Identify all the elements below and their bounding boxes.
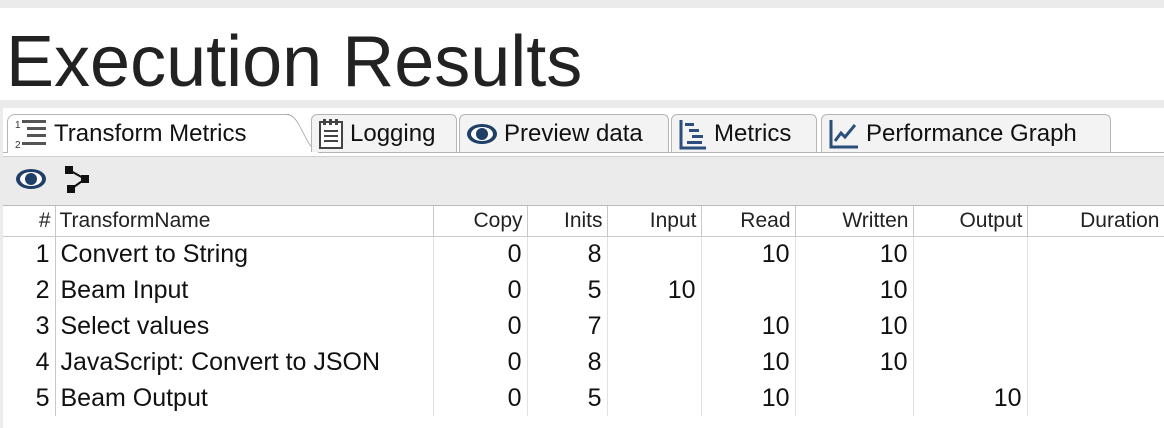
tab-label: Preview data [504,119,643,147]
column-header[interactable]: Read [701,206,796,237]
table-cell: 8 [527,344,608,380]
table-cell: 7 [527,308,608,344]
table-cell: 10 [701,236,796,272]
eye-icon [15,167,47,196]
table-row[interactable]: 5 Beam Output 0 5 10 10 [3,380,1164,416]
tab-label: Performance Graph [866,119,1077,147]
gantt-icon [678,118,708,150]
table-cell [913,344,1028,380]
table-cell [795,380,914,416]
column-header[interactable]: # [3,206,56,237]
column-header[interactable]: Inits [527,206,608,237]
table-cell [607,308,702,344]
pipeline-icon [62,164,92,199]
tab-metrics[interactable]: Metrics [671,114,817,152]
table-cell: 10 [607,272,702,308]
transform-metrics-table: # TransformName Copy Inits Input Read Wr… [3,206,1164,428]
table-cell: 0 [433,308,528,344]
table-cell [913,272,1028,308]
table-cell: 0 [433,344,528,380]
tab-label: Transform Metrics [54,120,247,147]
table-cell [913,236,1028,272]
table-cell [1027,236,1164,272]
tab-performance-graph[interactable]: Performance Graph [821,114,1111,152]
column-header[interactable]: Written [795,206,914,237]
line-chart-icon [828,118,860,150]
tab-transform-metrics[interactable]: 1 2 Transform Metrics [7,114,289,153]
table-cell: 10 [795,308,914,344]
table-row[interactable]: 4 JavaScript: Convert to JSON 0 8 10 10 [3,344,1164,380]
table-row[interactable]: 1 Convert to String 0 8 10 10 [3,236,1164,272]
table-cell: 10 [795,272,914,308]
tab-preview-data[interactable]: Preview data [459,114,669,152]
page-title: Execution Results [6,22,583,102]
eye-icon [466,122,498,146]
notepad-icon [318,118,344,150]
table-cell [607,380,702,416]
table-cell: 3 [3,308,56,344]
table-cell [701,272,796,308]
table-cell: Select values [55,308,434,344]
table-row[interactable]: 3 Select values 0 7 10 10 [3,308,1164,344]
table-cell: 10 [701,380,796,416]
toolbar [3,156,1164,207]
show-pipeline-button[interactable] [61,164,93,199]
table-cell: 8 [527,236,608,272]
table-cell: 10 [913,380,1028,416]
table-cell [1027,272,1164,308]
title-bar: Execution Results [0,8,1164,102]
table-cell: 10 [795,344,914,380]
table-cell: 1 [3,236,56,272]
tab-logging[interactable]: Logging [311,114,457,152]
table-cell: 0 [433,236,528,272]
column-header[interactable]: TransformName [55,206,434,237]
column-header[interactable]: Input [607,206,702,237]
show-hide-button[interactable] [15,166,47,196]
table-cell: 4 [3,344,56,380]
table-cell [1027,308,1164,344]
table-cell: 2 [3,272,56,308]
table-cell: Beam Output [55,380,434,416]
list-numbered-icon: 1 2 [14,117,48,151]
table-cell: JavaScript: Convert to JSON [55,344,434,380]
table-cell: 10 [795,236,914,272]
table-cell: 10 [701,344,796,380]
table-cell: 10 [701,308,796,344]
tab-label: Metrics [714,119,792,147]
table-cell: 5 [527,272,608,308]
tab-label: Logging [350,119,436,147]
table-cell: Beam Input [55,272,434,308]
svg-text:2: 2 [15,140,21,151]
column-header[interactable]: Output [913,206,1028,237]
table-header-row: # TransformName Copy Inits Input Read Wr… [3,206,1164,237]
table-cell [607,344,702,380]
column-header[interactable]: Duration [1027,206,1164,237]
column-header[interactable]: Copy [433,206,528,237]
table-cell [607,236,702,272]
table-cell: 5 [527,380,608,416]
table-cell: 5 [3,380,56,416]
tab-strip: 1 2 Transform Metrics Logging Preview da… [3,108,1164,153]
table-cell [1027,380,1164,416]
svg-text:1: 1 [15,120,21,131]
table-cell [1027,344,1164,380]
table-cell: Convert to String [55,236,434,272]
table-cell [913,308,1028,344]
table-cell: 0 [433,380,528,416]
results-panel: 1 2 Transform Metrics Logging Preview da… [3,108,1164,428]
table-cell: 0 [433,272,528,308]
table-row[interactable]: 2 Beam Input 0 5 10 10 [3,272,1164,308]
